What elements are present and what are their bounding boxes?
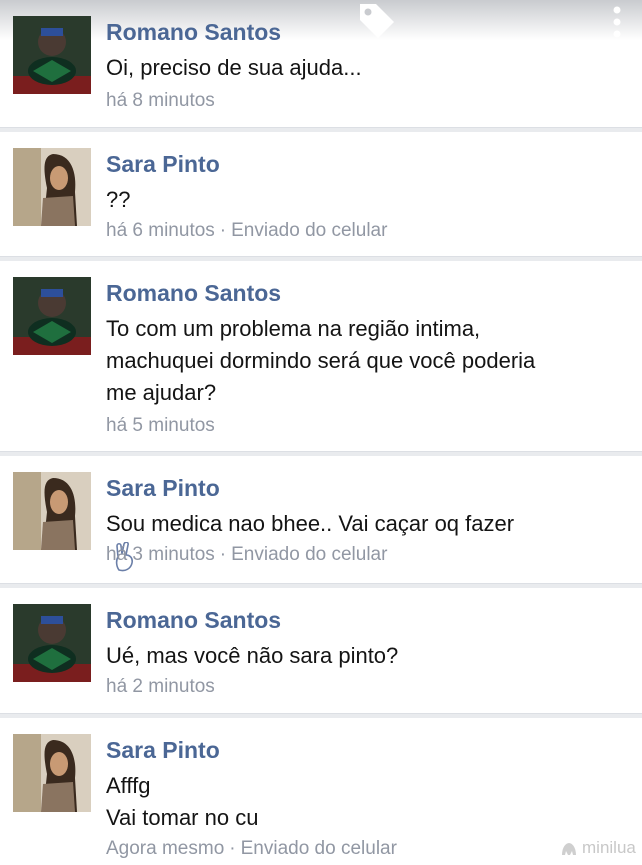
avatar[interactable] (13, 148, 91, 226)
sender-name[interactable]: Romano Santos (106, 607, 281, 634)
message-item: Sara Pinto Sou medica nao bhee.. Vai caç… (0, 456, 642, 584)
timestamp: há 2 minutos (106, 676, 215, 697)
message-text: To com um problema na região intima, mac… (106, 313, 626, 409)
message-meta: Agora mesmo · Enviado do celular (106, 838, 397, 860)
separator: · (219, 544, 227, 565)
message-text: ?? (106, 184, 626, 216)
sara-avatar (13, 734, 91, 812)
message-thread: Romano Santos Oi, preciso de sua ajuda..… (0, 0, 642, 865)
message-item: Romano Santos To com um problema na regi… (0, 261, 642, 452)
watermark: minilua (560, 838, 636, 858)
message-item: Sara Pinto ?? há 6 minutos · Enviado do ce… (0, 132, 642, 257)
avatar[interactable] (13, 604, 91, 682)
avatar[interactable] (13, 277, 91, 355)
message-meta: há 5 minutos (106, 415, 215, 437)
tag-icon[interactable] (354, 0, 398, 42)
message-item: Romano Santos Ué, mas você não sara pint… (0, 588, 642, 714)
message-line: me ajudar? (106, 380, 217, 405)
avatar[interactable] (13, 16, 91, 94)
message-line: Ué, mas você não sara pinto? (106, 643, 399, 668)
sender-name[interactable]: Sara Pinto (106, 475, 220, 502)
timestamp: há 6 minutos (106, 220, 215, 241)
romano-avatar (13, 277, 91, 355)
timestamp: há 8 minutos (106, 90, 215, 111)
message-line: Oi, preciso de sua ajuda... (106, 55, 362, 80)
message-line: To com um problema na região intima, (106, 316, 481, 341)
message-meta: há 3 minutos · Enviado do celular (106, 544, 387, 566)
timestamp: há 3 minutos (106, 544, 215, 565)
message-text: Ué, mas você não sara pinto? (106, 640, 626, 672)
romano-avatar (13, 16, 91, 94)
sender-name[interactable]: Romano Santos (106, 280, 281, 307)
avatar[interactable] (13, 734, 91, 812)
avatar[interactable] (13, 472, 91, 550)
sent-via: Enviado do celular (240, 838, 397, 859)
sender-name[interactable]: Sara Pinto (106, 151, 220, 178)
sara-avatar (13, 472, 91, 550)
message-item: Romano Santos Oi, preciso de sua ajuda..… (0, 0, 642, 128)
separator: · (229, 838, 236, 859)
sent-via: Enviado do celular (231, 220, 388, 241)
message-line: Afffg (106, 773, 151, 798)
sender-name[interactable]: Romano Santos (106, 19, 281, 46)
sender-name[interactable]: Sara Pinto (106, 737, 220, 764)
timestamp: Agora mesmo (106, 838, 225, 859)
message-meta: há 6 minutos · Enviado do celular (106, 220, 387, 242)
timestamp: há 5 minutos (106, 415, 215, 436)
message-meta: há 2 minutos (106, 676, 215, 698)
message-line: ?? (106, 187, 131, 212)
message-line-text: Sou medica nao bhee.. Vai caçar oq fazer (106, 511, 515, 536)
message-line: Vai tomar no cu (106, 805, 259, 830)
romano-avatar (13, 604, 91, 682)
message-text: Oi, preciso de sua ajuda... (106, 52, 626, 84)
watermark-text: minilua (582, 838, 636, 857)
more-vertical-icon[interactable] (608, 4, 626, 44)
separator: · (219, 220, 227, 241)
message-text: Afffg Vai tomar no cu (106, 770, 626, 834)
message-meta: há 8 minutos (106, 90, 215, 112)
message-item: Sara Pinto Afffg Vai tomar no cu Agora m… (0, 718, 642, 865)
sent-via: Enviado do celular (231, 544, 388, 565)
message-line: machuquei dormindo será que você poderia (106, 348, 536, 373)
sara-avatar (13, 148, 91, 226)
watermark-logo-icon (562, 842, 576, 855)
